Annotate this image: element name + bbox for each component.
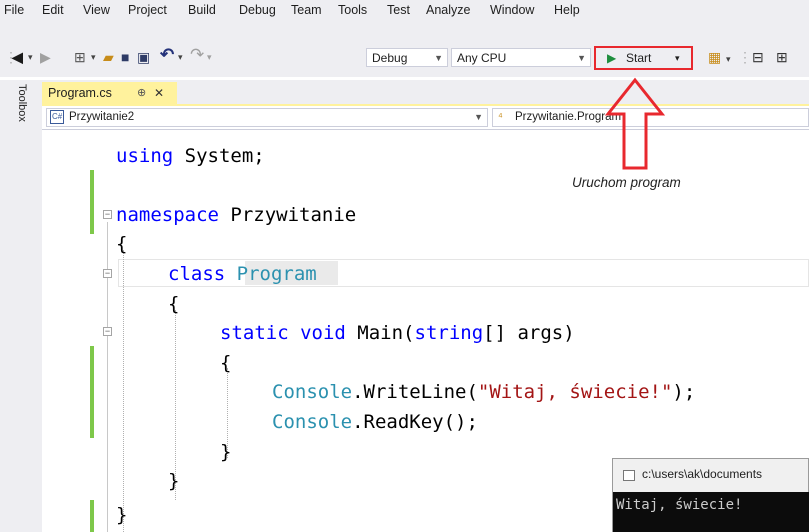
save-all-icon[interactable]: ▣ bbox=[137, 48, 150, 66]
chevron-down-icon: ▼ bbox=[474, 112, 483, 122]
type-name: Program bbox=[236, 263, 317, 285]
code-line-11: } bbox=[168, 470, 180, 492]
code-line-1: using System; bbox=[116, 144, 265, 168]
chevron-down-icon: ▼ bbox=[434, 53, 443, 63]
back-dropdown-icon[interactable]: ▾ bbox=[28, 48, 33, 66]
menu-analyze[interactable]: Analyze bbox=[426, 3, 470, 17]
new-project-icon[interactable]: ⊞ bbox=[74, 48, 86, 66]
change-marker bbox=[90, 500, 94, 532]
open-file-icon[interactable]: ▰ bbox=[103, 48, 114, 66]
code-line-12: } bbox=[116, 504, 128, 526]
toolbox-strip bbox=[0, 80, 42, 532]
console-title: c:\users\ak\documents bbox=[642, 467, 763, 481]
keyword: void bbox=[300, 322, 346, 344]
uncomment-lines-icon[interactable]: ⊞ bbox=[776, 48, 788, 66]
code-line-10: } bbox=[220, 441, 232, 463]
code-text: ); bbox=[672, 381, 696, 403]
code-line-3: { bbox=[116, 233, 128, 255]
chevron-down-icon: ▼ bbox=[577, 53, 586, 63]
console-output: Witaj, świecie! bbox=[616, 497, 743, 513]
code-line-5: { bbox=[168, 293, 180, 315]
menu-test[interactable]: Test bbox=[387, 3, 410, 17]
pin-icon[interactable]: ⊕ bbox=[137, 82, 146, 104]
code-line-6: static void Main(string[] args) bbox=[220, 321, 575, 345]
chevron-down-icon: ▾ bbox=[675, 53, 680, 63]
collapse-namespace-icon[interactable]: − bbox=[103, 210, 112, 219]
keyword: namespace bbox=[116, 204, 219, 226]
code-text: Przywitanie bbox=[218, 204, 357, 226]
undo-dropdown-icon[interactable]: ▾ bbox=[178, 48, 183, 66]
menu-build[interactable]: Build bbox=[188, 3, 216, 17]
find-in-files-icon[interactable]: ▦ bbox=[708, 48, 721, 66]
arrow-shape bbox=[604, 77, 666, 170]
type-name: Console bbox=[272, 411, 353, 433]
code-line-4: class Program bbox=[168, 262, 317, 286]
change-marker bbox=[90, 170, 94, 234]
menu-project[interactable]: Project bbox=[128, 3, 167, 17]
collapse-class-icon[interactable]: − bbox=[103, 269, 112, 278]
code-text: .WriteLine( bbox=[352, 381, 478, 403]
configuration-select[interactable]: Debug ▼ bbox=[366, 48, 448, 67]
back-icon[interactable]: ◀ bbox=[12, 48, 23, 66]
undo-icon[interactable]: ↶ bbox=[160, 46, 174, 64]
navigation-bar: C# Przywitanie2 ▼ ⁴ Przywitanie.Program bbox=[42, 106, 809, 130]
type-name: Console bbox=[272, 381, 353, 403]
start-label: Start bbox=[626, 51, 652, 65]
indent-guide bbox=[123, 250, 124, 532]
csharp-file-icon: C# bbox=[50, 110, 65, 124]
project-value: Przywitanie2 bbox=[69, 111, 135, 123]
string-literal: "Witaj, świecie!" bbox=[477, 381, 673, 403]
code-text: Main( bbox=[345, 322, 415, 344]
toolbar-grip-icon: ⋮ bbox=[738, 49, 752, 65]
code-line-2: namespace Przywitanie bbox=[116, 203, 356, 227]
annotation-label: Uruchom program bbox=[572, 175, 681, 190]
start-button[interactable]: ▶ Start ▾ bbox=[594, 46, 693, 70]
platform-value: Any CPU bbox=[457, 51, 507, 65]
code-text: [] args) bbox=[483, 322, 575, 344]
code-line-8: Console.WriteLine("Witaj, świecie!"); bbox=[272, 380, 695, 404]
menu-help[interactable]: Help bbox=[554, 3, 580, 17]
code-text: .ReadKey(); bbox=[352, 411, 478, 433]
keyword: class bbox=[168, 263, 226, 285]
keyword: static bbox=[220, 322, 289, 344]
menu-bar: File Edit View Project Build Debug Team … bbox=[0, 0, 809, 22]
menu-view[interactable]: View bbox=[83, 3, 110, 17]
redo-dropdown-icon[interactable]: ▾ bbox=[207, 48, 212, 66]
comment-lines-icon[interactable]: ⊟ bbox=[752, 48, 764, 66]
menu-debug[interactable]: Debug bbox=[239, 3, 276, 17]
class-icon: ⁴ bbox=[498, 111, 503, 123]
play-icon: ▶ bbox=[607, 51, 617, 65]
menu-team[interactable]: Team bbox=[291, 3, 322, 17]
annotation-arrow-icon bbox=[604, 77, 666, 170]
console-app-icon bbox=[623, 470, 635, 481]
save-icon[interactable]: ■ bbox=[121, 48, 129, 66]
keyword: string bbox=[414, 322, 484, 344]
code-line-9: Console.ReadKey(); bbox=[272, 410, 478, 434]
configuration-value: Debug bbox=[372, 51, 408, 65]
code-text: System; bbox=[173, 145, 265, 167]
change-marker bbox=[90, 378, 94, 438]
menu-window[interactable]: Window bbox=[490, 3, 534, 17]
menu-tools[interactable]: Tools bbox=[338, 3, 367, 17]
tab-program-cs[interactable]: Program.cs ⊕ ✕ bbox=[42, 82, 177, 104]
keyword: using bbox=[116, 145, 174, 167]
project-select[interactable]: C# Przywitanie2 ▼ bbox=[46, 108, 488, 127]
code-line-7: { bbox=[220, 352, 232, 374]
toolbox-tab[interactable]: Toolbox bbox=[14, 84, 28, 122]
collapse-method-icon[interactable]: − bbox=[103, 327, 112, 336]
close-icon[interactable]: ✕ bbox=[154, 82, 164, 104]
menu-file[interactable]: File bbox=[4, 3, 24, 17]
new-project-dropdown-icon[interactable]: ▾ bbox=[91, 48, 96, 66]
tab-label: Program.cs bbox=[48, 86, 112, 100]
toolbar-overflow-icon[interactable]: ▾ bbox=[726, 50, 731, 68]
platform-select[interactable]: Any CPU ▼ bbox=[451, 48, 591, 67]
menu-edit[interactable]: Edit bbox=[42, 3, 64, 17]
redo-icon[interactable]: ↷ bbox=[190, 46, 204, 64]
forward-icon[interactable]: ▶ bbox=[40, 48, 51, 66]
